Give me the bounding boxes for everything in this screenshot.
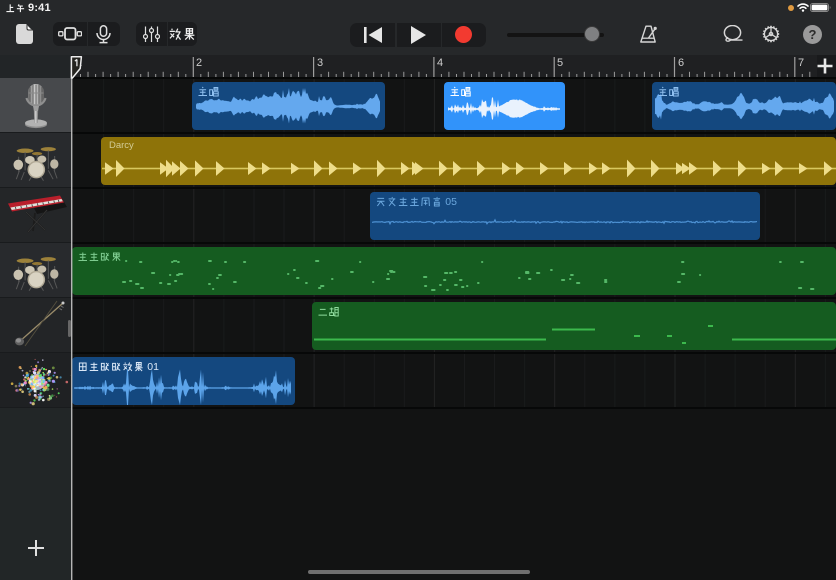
svg-text:01: 01 <box>147 361 159 373</box>
svg-text:05: 05 <box>445 196 457 208</box>
